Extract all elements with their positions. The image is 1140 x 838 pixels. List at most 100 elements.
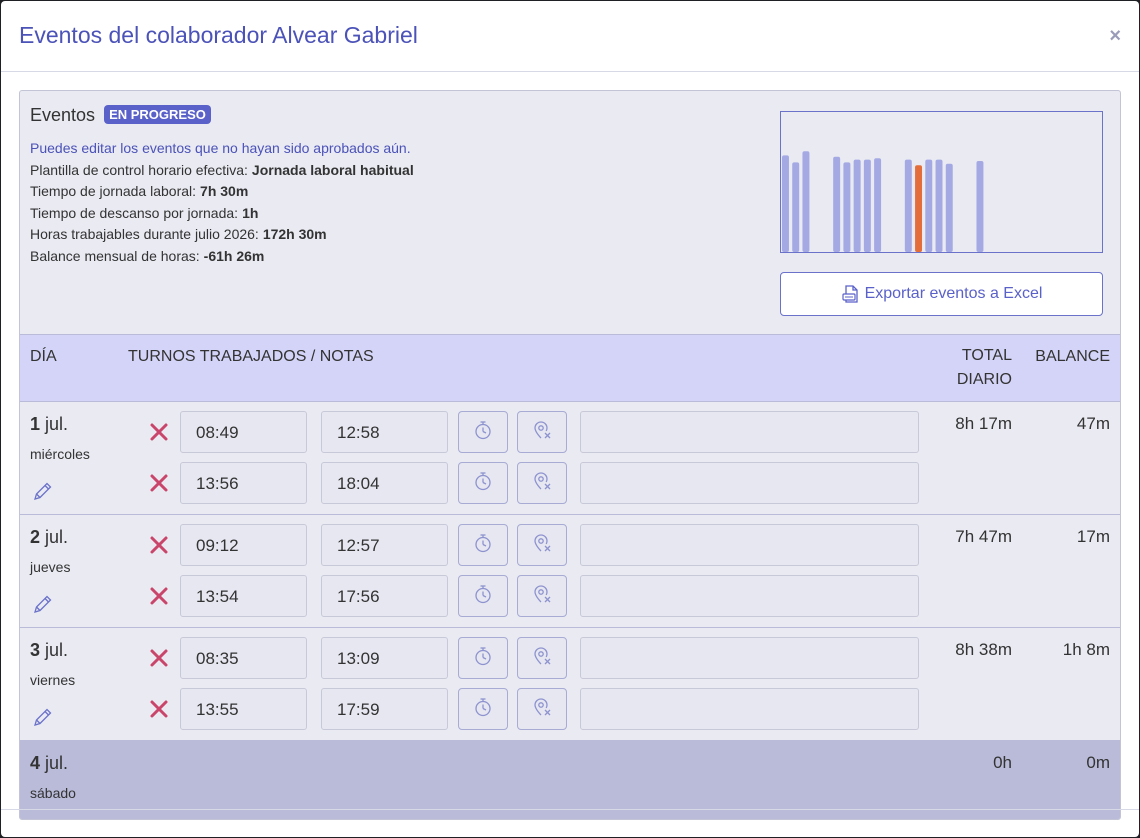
delete-shift-icon[interactable] [149, 535, 169, 555]
stopwatch-icon [472, 532, 494, 559]
timer-button[interactable] [458, 575, 508, 617]
clock-in-field[interactable]: 08:49 [180, 411, 307, 453]
chart-bar [945, 163, 953, 252]
daily-total: 8h 17m [955, 414, 1012, 433]
info-line: Tiempo de descanso por jornada: 1h [30, 204, 259, 221]
export-label: Exportar eventos a Excel [864, 285, 1043, 302]
chart-bar [853, 159, 861, 252]
excel-file-icon [841, 285, 858, 303]
timer-button[interactable] [458, 688, 508, 730]
clock-in-field[interactable]: 13:55 [180, 688, 307, 730]
clock-out-field[interactable]: 17:56 [321, 575, 448, 617]
timer-button[interactable] [458, 462, 508, 504]
delete-shift-icon[interactable] [149, 648, 169, 668]
col-dia: DÍA [30, 348, 57, 365]
day-date: 4 jul. [30, 753, 69, 773]
events-panel: Eventos EN PROGRESO Puedes editar los ev… [19, 90, 1121, 820]
daily-total: 8h 38m [955, 640, 1012, 659]
shift-row: 13:56 18:04 [20, 462, 1120, 504]
daily-balance: 47m [1076, 414, 1110, 433]
chart-bar [976, 161, 984, 252]
clock-in-field[interactable]: 13:56 [180, 462, 307, 504]
chart-bar [792, 162, 800, 252]
clock-out-field[interactable]: 18:04 [321, 462, 448, 504]
col-total: TOTAL DIARIO [956, 347, 1012, 388]
table-header: DÍA TURNOS TRABAJADOS / NOTAS TOTAL DIAR… [20, 334, 1120, 402]
location-button[interactable] [517, 637, 567, 679]
modal-title: Eventos del colaborador Alvear Gabriel [19, 22, 418, 48]
location-button[interactable] [517, 575, 567, 617]
events-modal: Eventos del colaborador Alvear Gabriel ×… [1, 1, 1139, 837]
stopwatch-icon [472, 419, 494, 446]
events-heading: Eventos EN PROGRESO [30, 105, 211, 126]
clock-out-field[interactable]: 17:59 [321, 688, 448, 730]
events-summary: Eventos EN PROGRESO Puedes editar los ev… [20, 91, 1120, 334]
location-off-icon [531, 583, 553, 610]
chart-bar [874, 158, 882, 252]
shift-note-field[interactable] [580, 411, 919, 453]
chart-bar [935, 159, 943, 252]
info-line: Balance mensual de horas: -61h 26m [30, 247, 265, 264]
hours-mini-chart [780, 111, 1103, 253]
col-balance: BALANCE [1035, 348, 1110, 365]
delete-shift-icon[interactable] [149, 699, 169, 719]
location-off-icon [531, 645, 553, 672]
info-line: Plantilla de control horario efectiva: Jo… [30, 161, 414, 178]
info-lines: Puedes editar los eventos que no hayan s… [30, 138, 414, 267]
location-button[interactable] [517, 524, 567, 566]
clock-in-field[interactable]: 09:12 [180, 524, 307, 566]
chart-bar [802, 151, 810, 252]
delete-shift-icon[interactable] [149, 586, 169, 606]
shift-note-field[interactable] [580, 462, 919, 504]
location-off-icon [531, 419, 553, 446]
shift-note-field[interactable] [580, 637, 919, 679]
shift-note-field[interactable] [580, 688, 919, 730]
stopwatch-icon [472, 470, 494, 497]
day-row: 3 jul. viernes 08:35 13:09 13:55 17:59 8h… [20, 628, 1120, 741]
delete-shift-icon[interactable] [149, 422, 169, 442]
chart-bar-highlight [915, 165, 923, 252]
col-turnos: TURNOS TRABAJADOS / NOTAS [128, 348, 374, 365]
chart-bar [833, 156, 841, 252]
export-excel-button[interactable]: Exportar eventos a Excel [780, 272, 1103, 316]
chart-bar [843, 162, 851, 252]
daily-total: 0h [993, 753, 1012, 772]
edit-hint: Puedes editar los eventos que no hayan s… [30, 140, 411, 156]
day-row: 2 jul. jueves 09:12 12:57 13:54 17:56 7h … [20, 515, 1120, 628]
info-line: Horas trabajables durante julio 2026: 172… [30, 226, 327, 242]
clock-out-field[interactable]: 13:09 [321, 637, 448, 679]
clock-out-field[interactable]: 12:57 [321, 524, 448, 566]
location-button[interactable] [517, 411, 567, 453]
location-button[interactable] [517, 462, 567, 504]
timer-button[interactable] [458, 637, 508, 679]
daily-balance: 0m [1086, 753, 1110, 772]
daily-balance: 1h 8m [1062, 640, 1110, 659]
stopwatch-icon [472, 583, 494, 610]
shift-note-field[interactable] [580, 524, 919, 566]
location-off-icon [531, 532, 553, 559]
events-title: Eventos [30, 105, 96, 125]
delete-shift-icon[interactable] [149, 473, 169, 493]
location-off-icon [531, 470, 553, 497]
modal-footer-divider [1, 809, 1139, 810]
timer-button[interactable] [458, 524, 508, 566]
timer-button[interactable] [458, 411, 508, 453]
stopwatch-icon [472, 645, 494, 672]
shift-row: 13:55 17:59 [20, 688, 1120, 730]
location-off-icon [531, 696, 553, 723]
info-line: Tiempo de jornada laboral: 7h 30m [30, 183, 249, 199]
status-badge: EN PROGRESO [104, 105, 211, 124]
location-button[interactable] [517, 688, 567, 730]
chart-bar [863, 159, 871, 252]
chart-bar [781, 155, 789, 252]
clock-in-field[interactable]: 13:54 [180, 575, 307, 617]
modal-header: Eventos del colaborador Alvear Gabriel × [1, 1, 1139, 72]
clock-out-field[interactable]: 12:58 [321, 411, 448, 453]
shift-note-field[interactable] [580, 575, 919, 617]
chart-bar [925, 159, 933, 252]
day-row: 1 jul. miércoles 08:49 12:58 13:56 18:04 … [20, 402, 1120, 515]
day-weekday: sábado [30, 785, 76, 801]
close-button[interactable]: × [1109, 25, 1121, 48]
clock-in-field[interactable]: 08:35 [180, 637, 307, 679]
daily-total: 7h 47m [955, 527, 1012, 546]
